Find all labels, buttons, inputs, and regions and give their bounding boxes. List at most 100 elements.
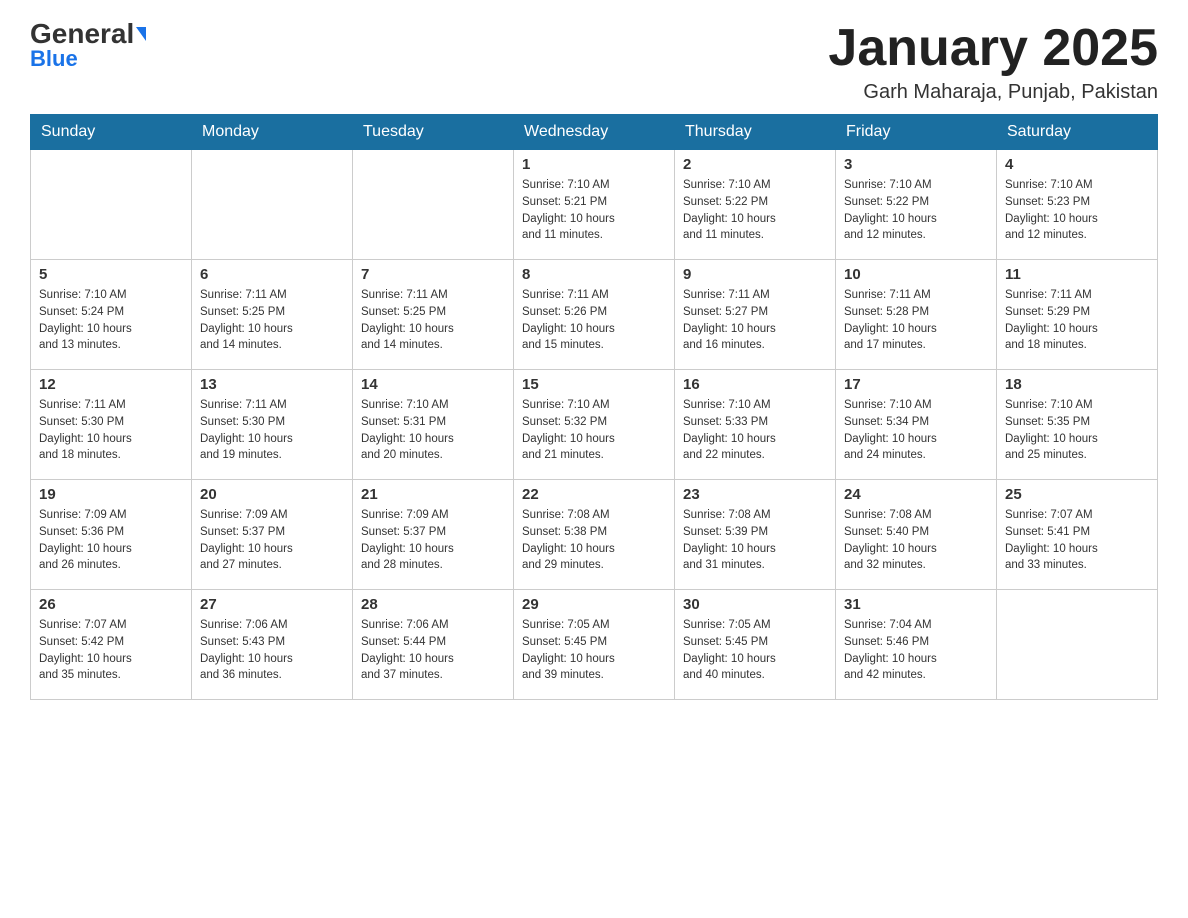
calendar-header-thursday: Thursday <box>675 115 836 150</box>
calendar-day-cell: 28 Sunrise: 7:06 AMSunset: 5:44 PMDayligh… <box>353 590 514 700</box>
day-info: Sunrise: 7:10 AMSunset: 5:21 PMDaylight:… <box>522 177 666 244</box>
calendar-week-row: 1 Sunrise: 7:10 AMSunset: 5:21 PMDaylight… <box>31 150 1158 260</box>
day-number: 7 <box>361 266 505 283</box>
day-info: Sunrise: 7:08 AMSunset: 5:40 PMDaylight:… <box>844 507 988 574</box>
day-number: 24 <box>844 486 988 503</box>
day-number: 1 <box>522 156 666 173</box>
day-number: 18 <box>1005 376 1149 393</box>
calendar-header-row: SundayMondayTuesdayWednesdayThursdayFrid… <box>31 115 1158 150</box>
calendar-day-cell: 17 Sunrise: 7:10 AMSunset: 5:34 PMDayligh… <box>836 370 997 480</box>
day-info: Sunrise: 7:11 AMSunset: 5:25 PMDaylight:… <box>200 287 344 354</box>
day-info: Sunrise: 7:11 AMSunset: 5:30 PMDaylight:… <box>200 397 344 464</box>
day-info: Sunrise: 7:08 AMSunset: 5:38 PMDaylight:… <box>522 507 666 574</box>
day-info: Sunrise: 7:11 AMSunset: 5:25 PMDaylight:… <box>361 287 505 354</box>
day-number: 12 <box>39 376 183 393</box>
day-number: 6 <box>200 266 344 283</box>
calendar-header-wednesday: Wednesday <box>514 115 675 150</box>
logo-sub-text: Blue <box>30 46 78 72</box>
day-info: Sunrise: 7:05 AMSunset: 5:45 PMDaylight:… <box>522 617 666 684</box>
day-number: 28 <box>361 596 505 613</box>
day-info: Sunrise: 7:10 AMSunset: 5:23 PMDaylight:… <box>1005 177 1149 244</box>
calendar-day-cell: 3 Sunrise: 7:10 AMSunset: 5:22 PMDaylight… <box>836 150 997 260</box>
calendar-table: SundayMondayTuesdayWednesdayThursdayFrid… <box>30 114 1158 700</box>
day-info: Sunrise: 7:10 AMSunset: 5:35 PMDaylight:… <box>1005 397 1149 464</box>
day-number: 9 <box>683 266 827 283</box>
day-number: 21 <box>361 486 505 503</box>
day-info: Sunrise: 7:09 AMSunset: 5:36 PMDaylight:… <box>39 507 183 574</box>
day-info: Sunrise: 7:11 AMSunset: 5:26 PMDaylight:… <box>522 287 666 354</box>
calendar-day-cell: 11Sunrise: 7:11 AMSunset: 5:29 PMDayligh… <box>997 260 1158 370</box>
calendar-day-cell: 21 Sunrise: 7:09 AMSunset: 5:37 PMDayligh… <box>353 480 514 590</box>
day-info: Sunrise: 7:11 AMSunset: 5:27 PMDaylight:… <box>683 287 827 354</box>
day-info: Sunrise: 7:10 AMSunset: 5:32 PMDaylight:… <box>522 397 666 464</box>
page-header: General Blue January 2025 Garh Maharaja,… <box>30 20 1158 104</box>
day-number: 15 <box>522 376 666 393</box>
day-info: Sunrise: 7:04 AMSunset: 5:46 PMDaylight:… <box>844 617 988 684</box>
location-text: Garh Maharaja, Punjab, Pakistan <box>828 81 1158 104</box>
calendar-week-row: 26 Sunrise: 7:07 AMSunset: 5:42 PMDayligh… <box>31 590 1158 700</box>
calendar-day-cell: 8 Sunrise: 7:11 AMSunset: 5:26 PMDaylight… <box>514 260 675 370</box>
day-number: 25 <box>1005 486 1149 503</box>
day-number: 5 <box>39 266 183 283</box>
calendar-day-cell: 20 Sunrise: 7:09 AMSunset: 5:37 PMDayligh… <box>192 480 353 590</box>
calendar-day-cell: 30Sunrise: 7:05 AMSunset: 5:45 PMDayligh… <box>675 590 836 700</box>
calendar-day-cell: 2 Sunrise: 7:10 AMSunset: 5:22 PMDaylight… <box>675 150 836 260</box>
day-info: Sunrise: 7:11 AMSunset: 5:28 PMDaylight:… <box>844 287 988 354</box>
calendar-day-cell: 18 Sunrise: 7:10 AMSunset: 5:35 PMDayligh… <box>997 370 1158 480</box>
day-number: 20 <box>200 486 344 503</box>
calendar-week-row: 5 Sunrise: 7:10 AMSunset: 5:24 PMDaylight… <box>31 260 1158 370</box>
calendar-day-cell: 27Sunrise: 7:06 AMSunset: 5:43 PMDayligh… <box>192 590 353 700</box>
day-number: 8 <box>522 266 666 283</box>
calendar-day-cell: 23 Sunrise: 7:08 AMSunset: 5:39 PMDayligh… <box>675 480 836 590</box>
calendar-day-cell: 25 Sunrise: 7:07 AMSunset: 5:41 PMDayligh… <box>997 480 1158 590</box>
day-info: Sunrise: 7:10 AMSunset: 5:22 PMDaylight:… <box>844 177 988 244</box>
calendar-day-cell: 10 Sunrise: 7:11 AMSunset: 5:28 PMDayligh… <box>836 260 997 370</box>
calendar-day-cell: 12 Sunrise: 7:11 AMSunset: 5:30 PMDayligh… <box>31 370 192 480</box>
day-info: Sunrise: 7:10 AMSunset: 5:24 PMDaylight:… <box>39 287 183 354</box>
day-number: 3 <box>844 156 988 173</box>
month-title: January 2025 <box>828 20 1158 77</box>
calendar-header-sunday: Sunday <box>31 115 192 150</box>
calendar-header-saturday: Saturday <box>997 115 1158 150</box>
day-number: 11 <box>1005 266 1149 283</box>
day-info: Sunrise: 7:07 AMSunset: 5:41 PMDaylight:… <box>1005 507 1149 574</box>
logo-main-text: General <box>30 20 134 48</box>
calendar-day-cell: 24 Sunrise: 7:08 AMSunset: 5:40 PMDayligh… <box>836 480 997 590</box>
title-section: January 2025 Garh Maharaja, Punjab, Paki… <box>828 20 1158 104</box>
day-number: 17 <box>844 376 988 393</box>
day-number: 4 <box>1005 156 1149 173</box>
calendar-day-cell <box>192 150 353 260</box>
day-info: Sunrise: 7:10 AMSunset: 5:22 PMDaylight:… <box>683 177 827 244</box>
calendar-header-monday: Monday <box>192 115 353 150</box>
day-number: 23 <box>683 486 827 503</box>
calendar-day-cell: 1 Sunrise: 7:10 AMSunset: 5:21 PMDaylight… <box>514 150 675 260</box>
day-number: 16 <box>683 376 827 393</box>
calendar-week-row: 19Sunrise: 7:09 AMSunset: 5:36 PMDayligh… <box>31 480 1158 590</box>
logo-arrow-icon <box>136 27 146 41</box>
day-number: 26 <box>39 596 183 613</box>
calendar-header-tuesday: Tuesday <box>353 115 514 150</box>
calendar-day-cell: 4 Sunrise: 7:10 AMSunset: 5:23 PMDaylight… <box>997 150 1158 260</box>
calendar-day-cell: 13 Sunrise: 7:11 AMSunset: 5:30 PMDayligh… <box>192 370 353 480</box>
day-info: Sunrise: 7:07 AMSunset: 5:42 PMDaylight:… <box>39 617 183 684</box>
day-info: Sunrise: 7:10 AMSunset: 5:34 PMDaylight:… <box>844 397 988 464</box>
day-info: Sunrise: 7:09 AMSunset: 5:37 PMDaylight:… <box>361 507 505 574</box>
calendar-day-cell: 26 Sunrise: 7:07 AMSunset: 5:42 PMDayligh… <box>31 590 192 700</box>
calendar-day-cell: 16Sunrise: 7:10 AMSunset: 5:33 PMDayligh… <box>675 370 836 480</box>
calendar-day-cell <box>353 150 514 260</box>
day-number: 2 <box>683 156 827 173</box>
day-info: Sunrise: 7:09 AMSunset: 5:37 PMDaylight:… <box>200 507 344 574</box>
day-info: Sunrise: 7:11 AMSunset: 5:30 PMDaylight:… <box>39 397 183 464</box>
calendar-day-cell: 19Sunrise: 7:09 AMSunset: 5:36 PMDayligh… <box>31 480 192 590</box>
day-number: 10 <box>844 266 988 283</box>
calendar-day-cell: 5 Sunrise: 7:10 AMSunset: 5:24 PMDaylight… <box>31 260 192 370</box>
day-number: 14 <box>361 376 505 393</box>
day-number: 27 <box>200 596 344 613</box>
calendar-day-cell: 29Sunrise: 7:05 AMSunset: 5:45 PMDayligh… <box>514 590 675 700</box>
day-info: Sunrise: 7:06 AMSunset: 5:44 PMDaylight:… <box>361 617 505 684</box>
calendar-day-cell <box>997 590 1158 700</box>
day-info: Sunrise: 7:10 AMSunset: 5:31 PMDaylight:… <box>361 397 505 464</box>
day-info: Sunrise: 7:08 AMSunset: 5:39 PMDaylight:… <box>683 507 827 574</box>
calendar-header-friday: Friday <box>836 115 997 150</box>
day-number: 13 <box>200 376 344 393</box>
